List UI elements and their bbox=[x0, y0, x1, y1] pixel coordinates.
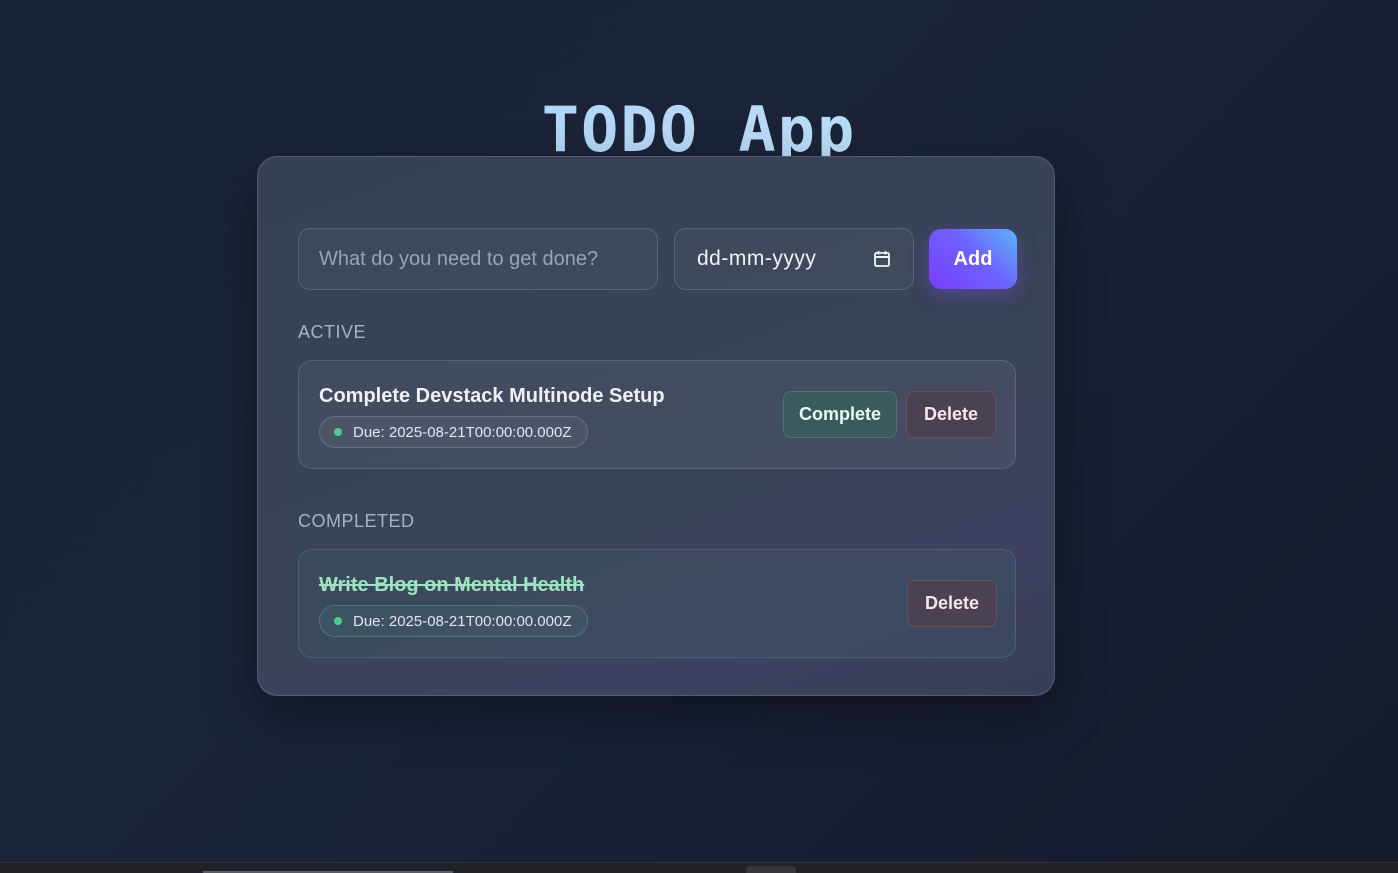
complete-button[interactable]: Complete bbox=[783, 391, 897, 438]
todo-title: Write Blog on Mental Health bbox=[319, 574, 585, 596]
due-date-field[interactable]: dd-mm-yyyy bbox=[674, 228, 914, 290]
delete-button[interactable]: Delete bbox=[906, 391, 996, 438]
todo-title: Complete Devstack Multinode Setup bbox=[319, 385, 665, 407]
due-date-text: Due: 2025-08-21T00:00:00.000Z bbox=[353, 612, 572, 630]
todo-item-completed: Write Blog on Mental Health Due: 2025-08… bbox=[298, 549, 1016, 658]
todo-item-active: Complete Devstack Multinode Setup Due: 2… bbox=[298, 360, 1016, 469]
delete-button[interactable]: Delete bbox=[907, 580, 997, 627]
status-dot-icon bbox=[334, 428, 342, 436]
completed-section-label: COMPLETED bbox=[298, 511, 415, 531]
status-dot-icon bbox=[334, 617, 342, 625]
date-placeholder: dd-mm-yyyy bbox=[697, 247, 817, 270]
due-badge: Due: 2025-08-21T00:00:00.000Z bbox=[319, 605, 588, 637]
page-title: TODO App bbox=[0, 93, 1398, 166]
todo-card: dd-mm-yyyy Add ACTIVE Complete Devstack … bbox=[257, 156, 1055, 696]
taskbar-tab[interactable] bbox=[746, 866, 796, 873]
active-section-label: ACTIVE bbox=[298, 322, 367, 342]
due-date-text: Due: 2025-08-21T00:00:00.000Z bbox=[353, 423, 572, 441]
add-button[interactable]: Add bbox=[929, 229, 1017, 289]
calendar-icon[interactable] bbox=[873, 250, 891, 268]
task-input[interactable] bbox=[298, 228, 658, 290]
due-badge: Due: 2025-08-21T00:00:00.000Z bbox=[319, 416, 588, 448]
